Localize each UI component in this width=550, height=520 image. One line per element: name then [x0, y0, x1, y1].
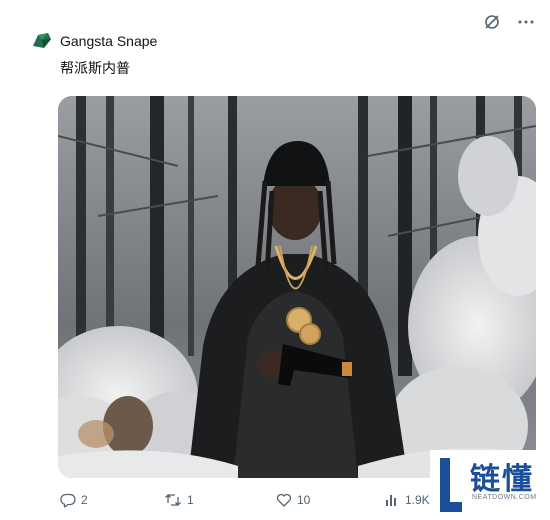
reply-button[interactable]: 2	[60, 490, 88, 510]
watermark-text: 链懂	[470, 462, 534, 497]
more-icon[interactable]	[516, 12, 536, 32]
photo-snowy-forest-man	[58, 96, 536, 478]
heart-icon	[276, 493, 292, 507]
watermark-subtext: NEATDOWN.COM	[472, 494, 537, 501]
avatar[interactable]	[30, 28, 54, 52]
author-name[interactable]: Gangsta Snape	[60, 33, 157, 49]
post-actions-bar: 2 1 10 1.9K	[60, 490, 490, 510]
views-button[interactable]: 1.9K	[384, 490, 430, 510]
repost-icon	[165, 494, 181, 506]
like-count: 10	[297, 493, 311, 507]
watermark-logo-icon	[440, 458, 462, 512]
repost-count: 1	[187, 493, 194, 507]
reply-count: 2	[81, 493, 88, 507]
views-icon	[386, 495, 396, 506]
views-count: 1.9K	[405, 493, 430, 507]
post-header-actions	[482, 12, 536, 32]
site-watermark: 链懂 NEATDOWN.COM	[430, 450, 550, 520]
post-text: 帮派斯内普	[60, 60, 130, 76]
avatar-image	[30, 28, 54, 52]
like-button[interactable]: 10	[276, 490, 310, 510]
grok-icon[interactable]	[482, 12, 502, 32]
repost-button[interactable]: 1	[164, 490, 194, 510]
reply-icon	[60, 493, 76, 508]
post: Gangsta Snape 帮派斯内普 2 1 10 1.9K 链懂 NEATD…	[0, 0, 550, 520]
post-photo[interactable]	[58, 96, 536, 478]
